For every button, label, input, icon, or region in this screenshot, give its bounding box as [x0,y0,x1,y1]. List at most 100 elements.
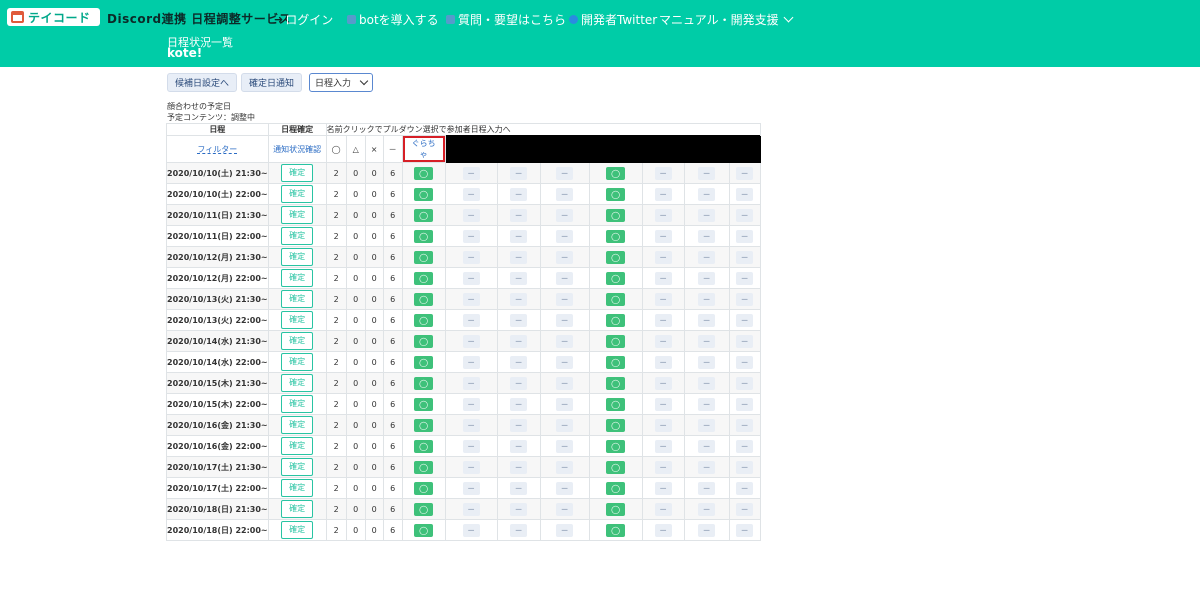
nav-questions[interactable]: 質問・要望はこちら [446,11,566,28]
member-cell: － [539,309,590,331]
confirm-button[interactable]: 確定 [281,332,314,350]
confirm-button[interactable]: 確定 [281,269,314,287]
count-o: 2 [325,309,347,331]
row-confirm-cell: 確定 [267,204,327,226]
count-o: 2 [325,162,347,184]
member-header-redacted[interactable] [728,135,761,163]
confirm-button[interactable]: 確定 [281,248,314,266]
count-x: 0 [364,267,384,289]
names-note-label: 名前クリックでプルダウン選択で参加者日程入力へ [326,125,511,134]
no-answer-badge: － [736,376,754,390]
no-answer-badge: － [698,460,716,474]
count-x: 0 [364,246,384,268]
count-dash: 6 [382,204,403,226]
available-badge: ◯ [414,271,434,285]
member-cell: － [539,435,590,457]
table-row: 2020/10/15(木) 22:00~ 確定 2 0 0 6 ◯ － － － ◯ － － － [166,393,761,415]
member-cell: － [539,351,590,373]
member-cell: － [683,351,730,373]
member-cell: － [683,267,730,289]
count-x: 0 [364,288,384,310]
nav-login[interactable]: ➜ ログイン [274,11,333,28]
no-answer-badge: － [556,313,574,327]
confirm-button[interactable]: 確定 [281,479,314,497]
member-header-redacted[interactable] [444,135,498,163]
member-cell: － [444,183,498,205]
no-answer-badge: － [736,271,754,285]
notify-status-link[interactable]: 通知状況確認 [267,135,327,163]
row-confirm-cell: 確定 [267,162,327,184]
confirm-button[interactable]: 確定 [281,185,314,203]
count-dash: 6 [382,288,403,310]
logo[interactable]: テイコード [7,8,100,26]
confirm-button[interactable]: 確定 [281,290,314,308]
no-answer-badge: － [462,439,480,453]
confirm-button[interactable]: 確定 [281,374,314,392]
confirm-button[interactable]: 確定 [281,311,314,329]
count-dash: 6 [382,309,403,331]
member-cell: ◯ [588,456,643,478]
count-triangle: 0 [345,414,366,436]
count-dash: 6 [382,162,403,184]
confirm-button[interactable]: 確定 [281,164,314,182]
member-header-redacted[interactable] [588,135,643,163]
available-badge: ◯ [414,439,434,453]
available-badge: ◯ [606,271,626,285]
count-triangle: 0 [345,267,366,289]
count-x: 0 [364,393,384,415]
no-answer-badge: － [510,397,528,411]
table-row: 2020/10/15(木) 21:30~ 確定 2 0 0 6 ◯ － － － ◯ － － － [166,372,761,394]
member-cell: － [444,225,498,247]
filter-link[interactable]: フィルター [166,135,269,163]
no-answer-badge: － [654,166,672,180]
count-x: 0 [364,183,384,205]
no-answer-badge: － [556,271,574,285]
member-header-1[interactable]: ぐらちゃ [401,135,446,163]
no-answer-badge: － [556,208,574,222]
available-badge: ◯ [414,313,434,327]
no-answer-badge: － [556,166,574,180]
confirm-button[interactable]: 確定 [281,437,314,455]
nav-manual-dropdown[interactable]: マニュアル・開発支援 [659,11,794,28]
member-cell: ◯ [401,372,446,394]
count-o: 2 [325,225,347,247]
no-answer-badge: － [510,250,528,264]
confirm-button[interactable]: 確定 [281,206,314,224]
confirm-button[interactable]: 確定 [281,500,314,518]
member-cell: － [539,246,590,268]
mode-select[interactable]: 日程入力 [309,73,374,92]
member-cell: － [683,435,730,457]
member-header-redacted[interactable] [683,135,730,163]
confirm-button[interactable]: 確定 [281,353,314,371]
chevron-down-icon [783,12,794,23]
count-dash: 6 [382,246,403,268]
count-x: 0 [364,351,384,373]
member-cell: － [496,498,541,520]
member-cell: － [641,330,685,352]
member-cell: － [641,372,685,394]
confirm-header-label: 日程確定 [281,125,314,134]
row-confirm-cell: 確定 [267,246,327,268]
count-o: 2 [325,435,347,457]
nav-twitter-label: 開発者Twitter [581,13,658,27]
confirm-button[interactable]: 確定 [281,227,314,245]
row-date: 2020/10/18(日) 22:00~ [166,519,269,541]
member-cell: ◯ [401,435,446,457]
available-badge: ◯ [414,250,434,264]
count-triangle: 0 [345,204,366,226]
confirm-button[interactable]: 確定 [281,521,314,539]
row-confirm-cell: 確定 [267,435,327,457]
no-answer-badge: － [654,523,672,537]
member-header-redacted[interactable] [496,135,541,163]
member-header-redacted[interactable] [539,135,590,163]
member-header-redacted[interactable] [641,135,685,163]
no-answer-badge: － [462,418,480,432]
candidate-settings-button[interactable]: 候補日設定へ [167,73,238,92]
nav-twitter[interactable]: 開発者Twitter [569,11,657,28]
confirm-button[interactable]: 確定 [281,395,314,413]
confirm-button[interactable]: 確定 [281,458,314,476]
notify-confirmed-button[interactable]: 確定日通知 [241,73,303,92]
no-answer-badge: － [736,397,754,411]
confirm-button[interactable]: 確定 [281,416,314,434]
nav-add-bot[interactable]: botを導入する [347,11,439,28]
